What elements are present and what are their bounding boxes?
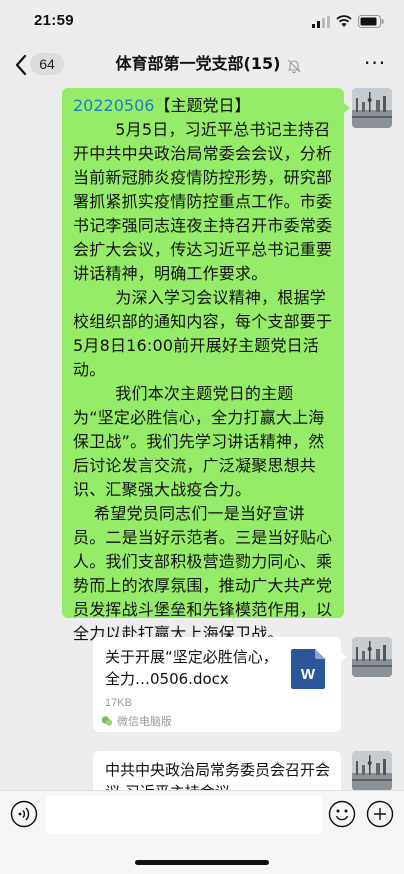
home-indicator [135,860,269,865]
emoji-icon[interactable] [328,800,356,828]
message-bubble[interactable]: 20220506【主题党日】 5月5日，习近平总书记主持召开中共中央政治局常委会… [62,88,350,643]
message-heading: 20220506【主题党日】 [73,94,334,118]
wifi-icon [336,15,352,27]
cellular-signal-icon [312,16,330,28]
chat-title: 体育部第一党支部(15) [115,54,281,73]
unread-count-badge[interactable]: 64 [30,53,64,75]
message-input[interactable] [46,796,322,834]
avatar[interactable] [352,751,392,791]
wechat-pc-icon [101,716,113,726]
card-source: 微信电脑版 [101,713,172,729]
message-paragraph: 为深入学习会议精神，根据学校组织部的通知内容，每个支部要于5月8日16:00前开… [73,288,333,379]
back-chevron-icon[interactable] [14,54,28,76]
file-size: 17KB [105,697,132,709]
svg-text:W: W [301,666,316,683]
more-icon[interactable]: ··· [364,53,388,74]
message-paragraph: 我们本次主题党日的主题为“坚定必胜信心，全力打赢大上海保卫战”。我们先学习讲话精… [73,384,325,499]
clock: 21:59 [34,12,74,29]
status-bar: 21:59 [0,0,404,44]
plus-icon[interactable] [366,800,394,828]
message-tag: 【主题党日】 [154,96,251,115]
source-label: 微信电脑版 [117,715,172,728]
mute-icon [287,59,301,74]
voice-icon[interactable] [10,800,38,828]
avatar[interactable] [352,637,392,677]
message-date[interactable]: 20220506 [73,96,154,115]
word-file-icon: W [291,649,325,689]
file-name: 关于开展“坚定必胜信心，全力…0506.docx [105,648,278,688]
message-paragraph: 希望党员同志们一是当好宣讲员。二是当好示范者。三是当好贴心人。我们支部积极营造勠… [73,504,333,643]
battery-icon [358,15,384,28]
file-message-card[interactable]: 关于开展“坚定必胜信心，全力…0506.docx W 17KB 微信电脑版 [93,637,347,732]
chat-header: 64 体育部第一党支部(15) ··· [0,44,404,86]
avatar[interactable] [352,88,392,128]
message-paragraph: 5月5日，习近平总书记主持召开中共中央政治局常委会会议，分析当前新冠肺炎疫情防控… [73,120,333,283]
